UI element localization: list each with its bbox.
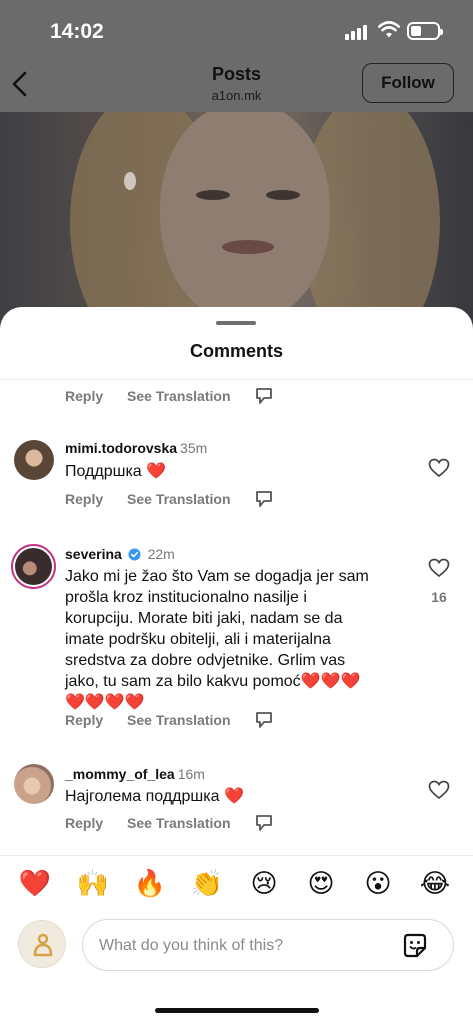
sheet-title: Comments xyxy=(189,341,283,361)
comment-actions: Reply See Translation xyxy=(65,491,231,507)
avatar-placeholder-icon xyxy=(33,933,53,957)
see-translation-button[interactable]: See Translation xyxy=(127,388,230,404)
top-nav: Posts a1on.mk Follow xyxy=(0,58,473,112)
comment-text: Најголема поддршка ❤️ xyxy=(65,788,244,805)
sheet-drag-handle[interactable] xyxy=(216,321,256,325)
avatar[interactable] xyxy=(14,440,54,480)
comment-username[interactable]: _mommy_of_lea 16m xyxy=(65,766,205,782)
like-count: 16 xyxy=(431,589,447,605)
home-indicator xyxy=(155,1008,319,1013)
avatar[interactable] xyxy=(11,544,56,589)
comment-username[interactable]: severina 22m xyxy=(65,546,175,562)
wifi-icon xyxy=(378,21,400,38)
avatar[interactable] xyxy=(14,764,54,804)
battery-icon xyxy=(407,22,443,40)
sticker-icon[interactable] xyxy=(401,932,429,960)
emoji-quick-bar: ❤️ 🙌 🔥 👏 😢 😍 😮 😂 xyxy=(0,855,473,915)
heart-outline-icon[interactable] xyxy=(428,558,450,578)
reply-button[interactable]: Reply xyxy=(65,712,103,728)
emoji-surprised[interactable]: 😮 xyxy=(361,866,395,900)
see-translation-button[interactable]: See Translation xyxy=(127,712,230,728)
status-bar: 14:02 xyxy=(0,0,473,58)
heart-outline-icon[interactable] xyxy=(428,780,450,800)
comment-emoji: ❤️ xyxy=(146,463,167,480)
comment-text: Jako mi je žao što Vam se dogadja jer sa… xyxy=(65,568,369,711)
reaction-bubble-icon[interactable] xyxy=(254,710,274,730)
emoji-heart-eyes[interactable]: 😍 xyxy=(304,866,338,900)
emoji-laughing[interactable]: 😂 xyxy=(418,866,452,900)
comment-time: 16m xyxy=(177,766,205,782)
reaction-bubble-icon[interactable] xyxy=(254,813,274,833)
emoji-heart[interactable]: ❤️ xyxy=(18,866,52,900)
comment-actions: Reply See Translation xyxy=(65,712,231,728)
own-avatar[interactable] xyxy=(18,920,66,968)
see-translation-button[interactable]: See Translation xyxy=(127,491,230,507)
reply-button[interactable]: Reply xyxy=(65,388,103,404)
verified-badge-icon xyxy=(128,548,141,561)
sheet-divider xyxy=(0,379,473,380)
emoji-fire[interactable]: 🔥 xyxy=(133,866,167,900)
follow-button[interactable]: Follow xyxy=(362,63,454,103)
comment-time: 22m xyxy=(147,546,175,562)
comment-username[interactable]: mimi.todorovska 35m xyxy=(65,440,207,456)
emoji-raised-hands[interactable]: 🙌 xyxy=(76,866,110,900)
heart-outline-icon[interactable] xyxy=(428,458,450,478)
comment-actions: Reply See Translation xyxy=(65,388,231,404)
reply-button[interactable]: Reply xyxy=(65,491,103,507)
status-time: 14:02 xyxy=(50,20,104,43)
comment-actions: Reply See Translation xyxy=(65,815,231,831)
reaction-bubble-icon[interactable] xyxy=(254,386,274,406)
comment-composer xyxy=(82,919,454,971)
see-translation-button[interactable]: See Translation xyxy=(127,815,230,831)
comment-time: 35m xyxy=(180,440,208,456)
comment-text: Поддршка ❤️ xyxy=(65,463,167,480)
reaction-bubble-icon[interactable] xyxy=(254,489,274,509)
comment-input[interactable] xyxy=(99,934,389,958)
reply-button[interactable]: Reply xyxy=(65,815,103,831)
comment-emoji: ❤️ xyxy=(223,788,244,805)
emoji-crying[interactable]: 😢 xyxy=(247,866,281,900)
signal-icon xyxy=(345,24,369,40)
emoji-clap[interactable]: 👏 xyxy=(190,866,224,900)
